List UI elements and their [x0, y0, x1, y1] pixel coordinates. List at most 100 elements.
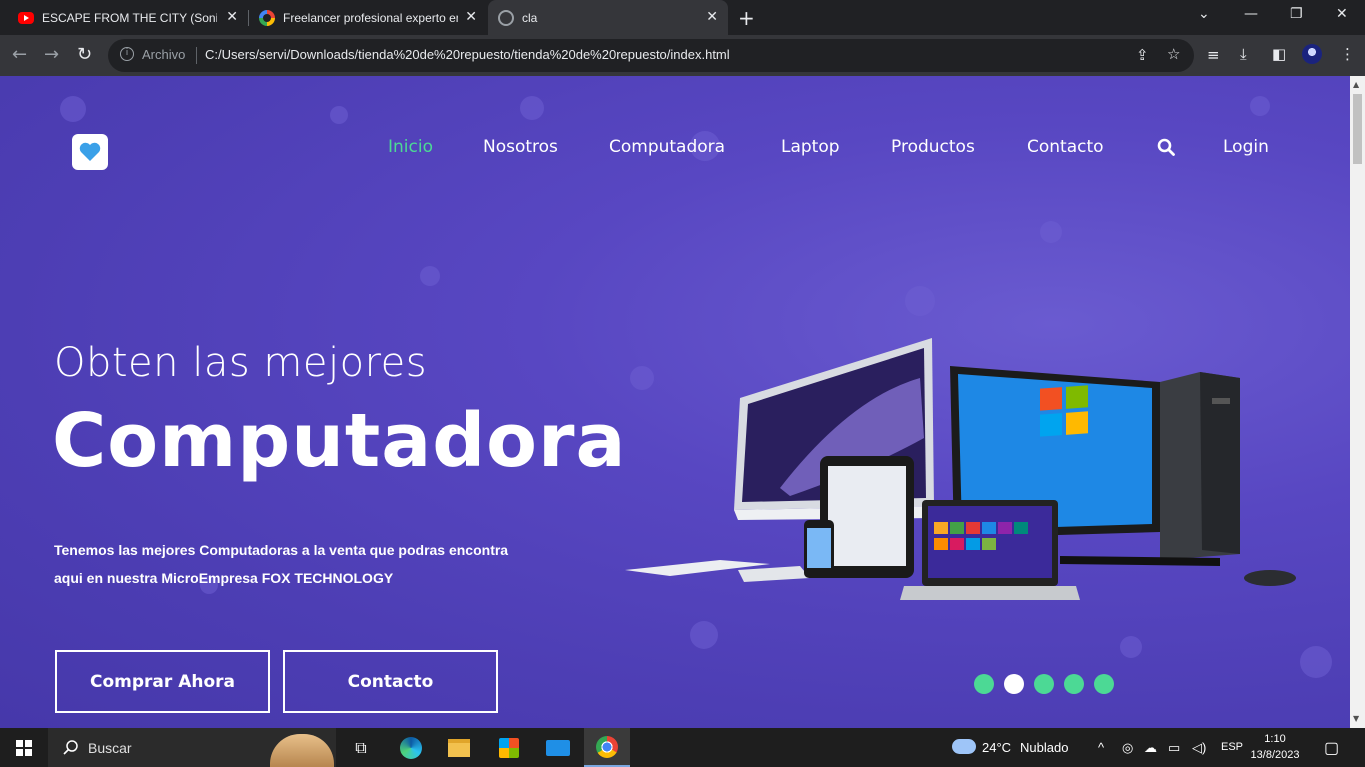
clock[interactable]: 1:10 13/8/2023	[1250, 731, 1300, 763]
close-window-icon[interactable]: ✕	[1336, 6, 1348, 22]
back-arrow-icon[interactable]: ←	[12, 44, 27, 65]
laptop-image	[900, 500, 1080, 600]
notification-icon[interactable]: ▢	[1324, 738, 1339, 758]
forward-arrow-icon[interactable]: →	[44, 44, 59, 65]
tab-title: ESCAPE FROM THE CITY (Sonic Ad	[42, 10, 217, 25]
decor-bubble	[1300, 646, 1332, 678]
volume-icon[interactable]: ◁)	[1192, 740, 1206, 756]
hero-description: Tenemos las mejores Computadoras a la ve…	[54, 536, 614, 592]
taskbar-search[interactable]: Buscar	[48, 728, 336, 767]
chrome-ring-icon	[259, 9, 275, 26]
decor-bubble	[1120, 636, 1142, 658]
youtube-icon	[18, 11, 34, 24]
scroll-thumb[interactable]	[1353, 94, 1362, 164]
meet-icon[interactable]: ◎	[1122, 740, 1133, 756]
tab-strip: ESCAPE FROM THE CITY (Sonic Ad ✕ Freelan…	[0, 0, 1365, 35]
scroll-up-icon[interactable]: ▲	[1353, 80, 1359, 89]
site-logo[interactable]	[72, 134, 108, 170]
decor-bubble	[330, 106, 348, 124]
slider-dot[interactable]	[974, 674, 994, 694]
task-view-icon[interactable]: ⧉	[338, 728, 384, 767]
clock-time: 1:10	[1264, 733, 1286, 745]
share-icon[interactable]: ⇪	[1136, 46, 1149, 64]
hero-description-line: aqui en nuestra MicroEmpresa FOX TECHNOL…	[54, 570, 394, 586]
close-icon[interactable]: ✕	[465, 9, 477, 25]
hero-title: Computadora	[52, 398, 627, 484]
info-icon[interactable]: i	[120, 47, 134, 61]
nav-link-inicio[interactable]: Inicio	[388, 137, 433, 157]
hero-pretitle: Obten las mejores	[54, 340, 428, 386]
bookmark-star-icon[interactable]: ☆	[1167, 45, 1180, 63]
cloud-icon	[952, 739, 976, 754]
profile-avatar[interactable]	[1302, 44, 1322, 64]
nav-link-laptop[interactable]: Laptop	[781, 137, 840, 157]
slider-dot[interactable]	[1094, 674, 1114, 694]
download-icon[interactable]: ⤓	[1240, 45, 1247, 63]
slider-dot-active[interactable]	[1004, 674, 1024, 694]
mail-icon[interactable]	[535, 728, 581, 767]
chrome-icon[interactable]	[584, 728, 630, 767]
tablet-image	[820, 456, 914, 578]
side-panel-icon[interactable]: ◧	[1272, 45, 1286, 63]
new-tab-button[interactable]: +	[738, 6, 755, 30]
decor-bubble	[60, 96, 86, 122]
decor-bubble	[520, 96, 544, 120]
scroll-down-icon[interactable]: ▼	[1353, 714, 1359, 723]
phone-image	[804, 520, 834, 578]
globe-icon	[498, 9, 514, 26]
pc-tower-image	[1160, 372, 1240, 560]
search-highlight-image	[270, 734, 334, 767]
browser-toolbar: ← → ↻ i Archivo C:/Users/servi/Downloads…	[0, 35, 1365, 76]
search-icon	[63, 740, 78, 755]
chevron-up-icon[interactable]: ^	[1098, 740, 1104, 755]
search-icon[interactable]	[1157, 138, 1175, 156]
weather-temp[interactable]: 24°C	[982, 740, 1011, 755]
network-icon[interactable]: ▭	[1168, 740, 1180, 756]
nav-link-computadora[interactable]: Computadora	[609, 137, 725, 157]
buy-now-button[interactable]: Comprar Ahora	[55, 650, 270, 713]
slider-dot[interactable]	[1034, 674, 1054, 694]
file-explorer-icon[interactable]	[436, 728, 482, 767]
heart-icon	[79, 142, 101, 161]
decor-bubble	[905, 286, 935, 316]
close-icon[interactable]: ✕	[226, 9, 238, 25]
onedrive-icon[interactable]: ☁	[1144, 740, 1157, 756]
address-divider	[196, 47, 197, 64]
decor-bubble	[420, 266, 440, 286]
menu-dots-icon[interactable]: ⋮	[1340, 45, 1355, 63]
windows-start-icon[interactable]	[16, 740, 32, 756]
tab-title: cla	[522, 10, 538, 25]
language-indicator[interactable]: ESP	[1221, 741, 1243, 753]
clock-date: 13/8/2023	[1250, 749, 1300, 761]
reading-list-icon[interactable]: ≡	[1207, 46, 1220, 64]
devices-illustration	[625, 338, 1296, 600]
decor-bubble	[1250, 96, 1270, 116]
store-icon[interactable]	[486, 728, 532, 767]
tab-active[interactable]: cla ✕	[488, 0, 728, 35]
page-scrollbar[interactable]: ▲ ▼	[1350, 76, 1365, 728]
login-link[interactable]: Login	[1223, 137, 1269, 157]
tab-youtube[interactable]: ESCAPE FROM THE CITY (Sonic Ad ✕	[8, 0, 248, 35]
nav-link-nosotros[interactable]: Nosotros	[483, 137, 558, 157]
taskbar-search-placeholder: Buscar	[88, 740, 132, 756]
nav-link-productos[interactable]: Productos	[891, 137, 975, 157]
weather-desc[interactable]: Nublado	[1020, 740, 1068, 755]
page-viewport: Inicio Nosotros Computadora Laptop Produ…	[0, 76, 1350, 728]
restore-icon[interactable]: ❐	[1290, 6, 1303, 22]
close-icon[interactable]: ✕	[706, 9, 718, 25]
tab-freelancer[interactable]: Freelancer profesional experto en ✕	[249, 0, 487, 35]
minimize-icon[interactable]: —	[1244, 6, 1258, 22]
hero-description-line: Tenemos las mejores Computadoras a la ve…	[54, 542, 509, 558]
slider-dots	[974, 674, 1114, 694]
address-bar[interactable]: i Archivo C:/Users/servi/Downloads/tiend…	[108, 39, 1194, 72]
reload-icon[interactable]: ↻	[77, 44, 92, 65]
address-scheme: Archivo	[142, 47, 186, 62]
tab-search-icon[interactable]: ⌄	[1198, 6, 1210, 22]
nav-link-contacto[interactable]: Contacto	[1027, 137, 1104, 157]
taskbar: Buscar ⧉ 24°C Nublado ^ ◎ ☁ ▭ ◁) ESP 1:1…	[0, 728, 1365, 767]
slider-dot[interactable]	[1064, 674, 1084, 694]
tab-title: Freelancer profesional experto en	[283, 10, 458, 25]
contact-button[interactable]: Contacto	[283, 650, 498, 713]
edge-icon[interactable]	[388, 728, 434, 767]
address-url[interactable]: C:/Users/servi/Downloads/tienda%20de%20r…	[205, 47, 730, 62]
